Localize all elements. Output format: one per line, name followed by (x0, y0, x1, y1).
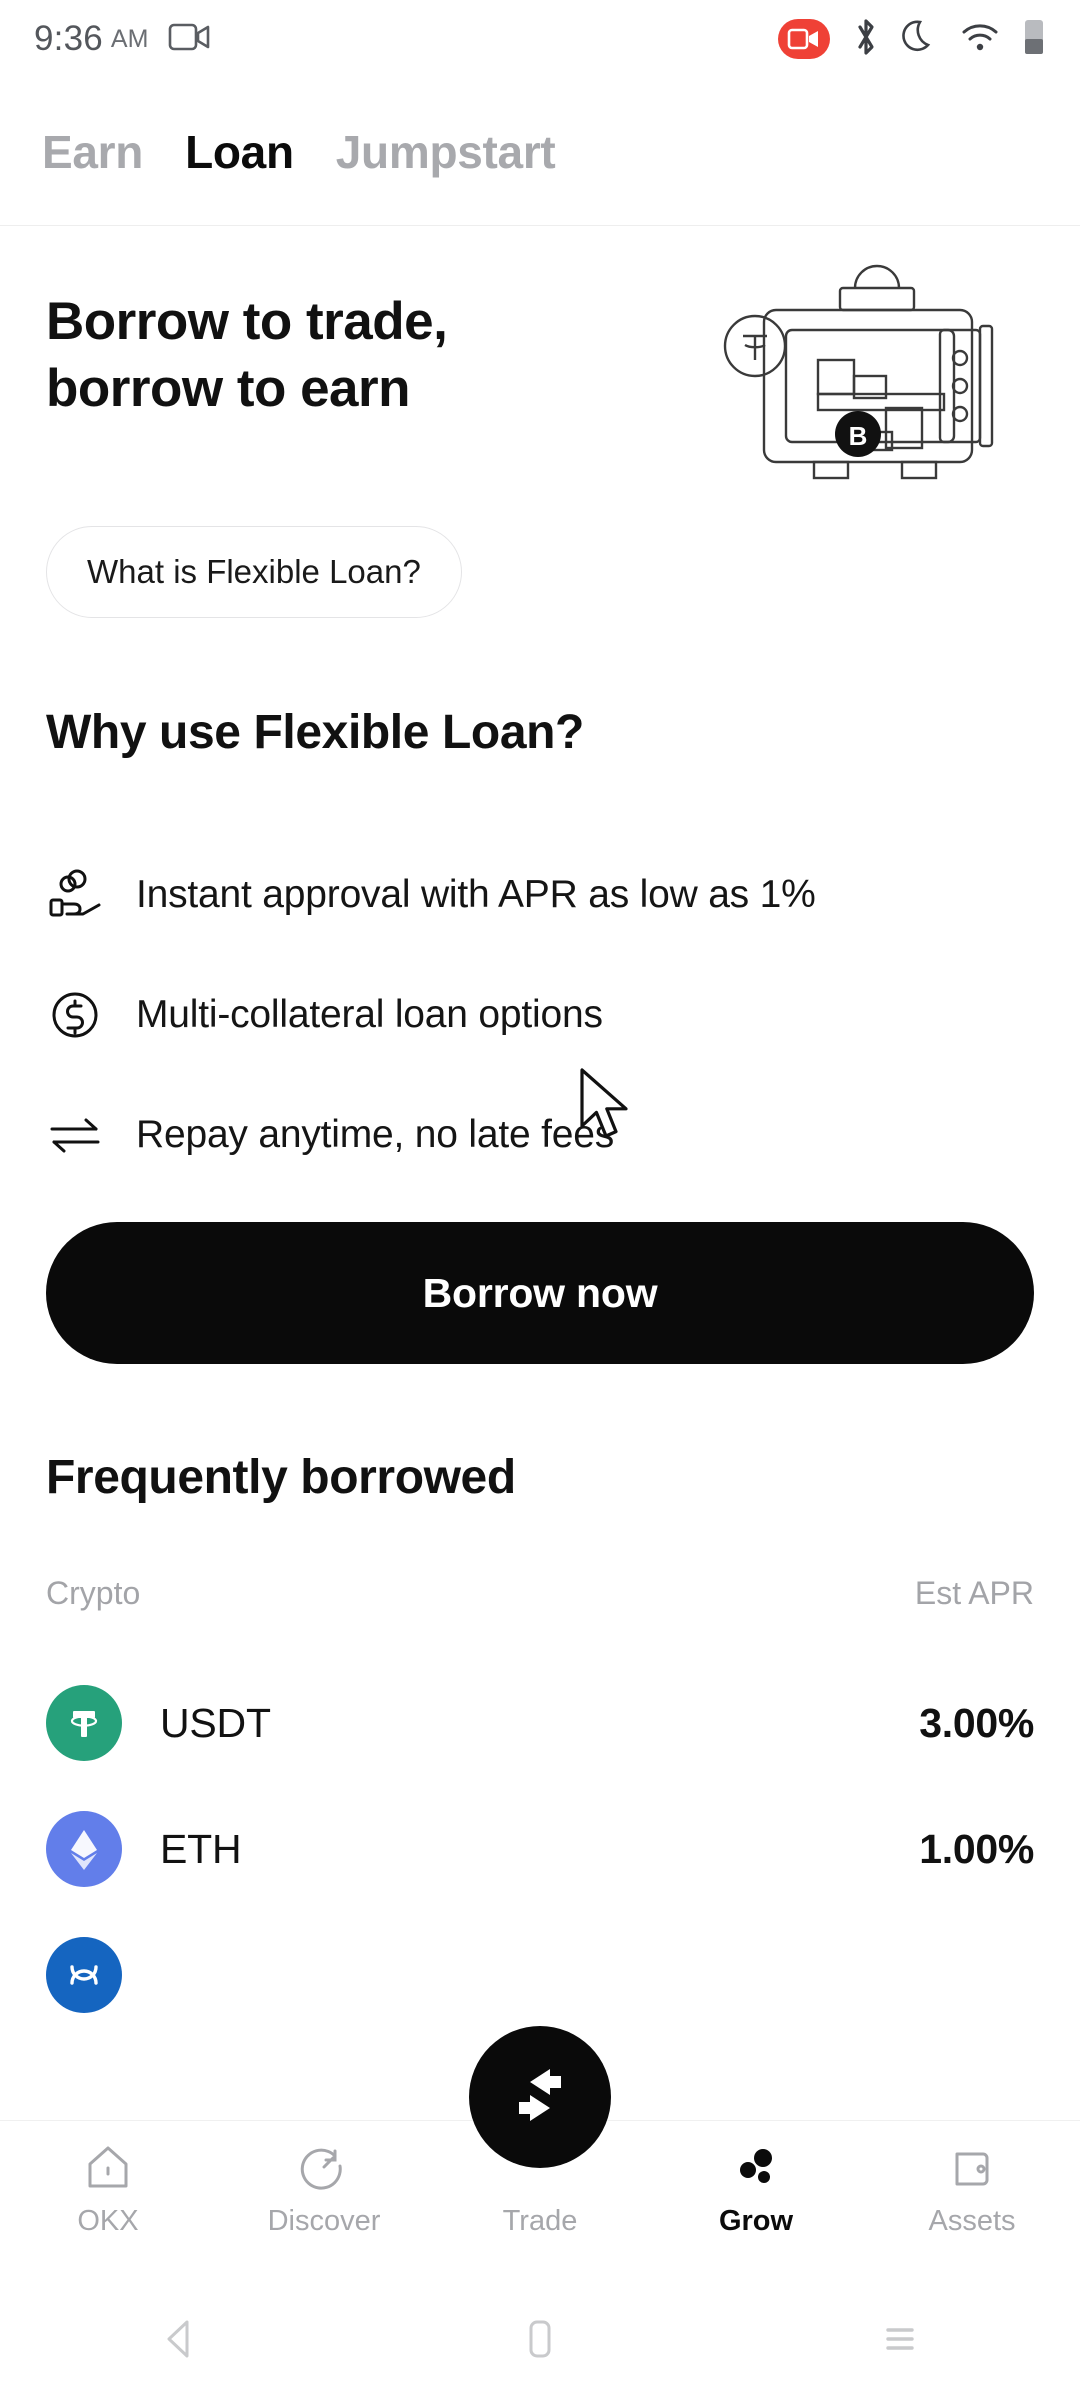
compass-icon (297, 2139, 351, 2195)
svg-text:B: B (849, 421, 868, 451)
nav-label: OKX (77, 2205, 139, 2237)
nav-item-grow[interactable]: Grow (656, 2139, 856, 2238)
what-is-flexible-loan-button[interactable]: What is Flexible Loan? (46, 526, 462, 618)
feature-list: Instant approval with APR as low as 1% M… (46, 835, 1046, 1195)
screen-record-icon (168, 21, 212, 58)
frequently-borrowed-list: USDT 3.00% ETH 1.00% (46, 1660, 1034, 2038)
feature-item: Multi-collateral loan options (46, 955, 1046, 1075)
android-navigation-bar (0, 2282, 1080, 2400)
status-bar: 9:36 AM (0, 0, 1080, 78)
status-meridiem: AM (110, 24, 149, 53)
ethereum-icon (46, 1811, 122, 1887)
wifi-icon (960, 21, 1000, 58)
tab-loan[interactable]: Loan (185, 125, 294, 179)
grow-dots-icon (729, 2139, 783, 2195)
do-not-disturb-moon-icon (902, 17, 938, 62)
borrow-now-button[interactable]: Borrow now (46, 1222, 1034, 1364)
tab-earn[interactable]: Earn (42, 125, 143, 179)
status-bar-left: 9:36 AM (34, 19, 212, 59)
column-header-est-apr: Est APR (914, 1575, 1034, 1611)
hand-holding-coins-icon (46, 866, 104, 924)
top-tab-bar: Earn Loan Jumpstart (0, 78, 1080, 226)
status-time: 9:36 (34, 19, 103, 58)
page-title: Borrow to trade, borrow to earn (46, 292, 448, 418)
swap-arrows-icon (46, 1106, 104, 1164)
coin-symbol: ETH (160, 1825, 242, 1872)
nav-label: Trade (502, 2205, 578, 2237)
status-bar-right (778, 17, 1046, 62)
wallet-icon (945, 2139, 999, 2195)
table-row[interactable]: USDT 3.00% (46, 1660, 1034, 1786)
nav-item-okx[interactable]: OKX (8, 2139, 208, 2238)
swap-icon (503, 2058, 577, 2137)
borrow-now-label: Borrow now (422, 1269, 658, 1316)
nav-label: Discover (267, 2205, 381, 2237)
nav-label: Assets (928, 2205, 1016, 2237)
table-row[interactable]: ETH 1.00% (46, 1786, 1034, 1912)
frequently-borrowed-header: Crypto Est APR (46, 1575, 1034, 1612)
home-icon (81, 2139, 135, 2195)
frequently-borrowed-title: Frequently borrowed (46, 1451, 516, 1504)
pill-button-label: What is Flexible Loan? (87, 553, 421, 590)
back-triangle-icon (159, 2316, 201, 2367)
feature-item: Instant approval with APR as low as 1% (46, 835, 1046, 955)
vault-safe-with-crypto-illustration: B (722, 244, 1022, 494)
why-section-title: Why use Flexible Loan? (46, 706, 584, 759)
dollar-circle-icon (46, 986, 104, 1044)
coin-apr: 1.00% (919, 1825, 1034, 1872)
battery-icon (1022, 17, 1046, 62)
table-row[interactable] (46, 1912, 1034, 2038)
feature-label: Repay anytime, no late fees (136, 1113, 615, 1156)
trade-fab-button[interactable] (469, 2026, 611, 2168)
android-recents-button[interactable] (820, 2282, 980, 2400)
android-home-button[interactable] (460, 2282, 620, 2400)
recording-badge-icon (778, 19, 830, 59)
home-square-icon (520, 2316, 560, 2367)
column-header-crypto: Crypto (46, 1575, 141, 1611)
feature-item: Repay anytime, no late fees (46, 1075, 1046, 1195)
coin-symbol: USDT (160, 1699, 271, 1746)
nav-item-discover[interactable]: Discover (224, 2139, 424, 2238)
crypto-coin-icon (46, 1937, 122, 2013)
nav-label: Grow (718, 2205, 794, 2237)
bluetooth-icon (852, 17, 880, 62)
feature-label: Instant approval with APR as low as 1% (136, 873, 816, 916)
nav-item-assets[interactable]: Assets (872, 2139, 1072, 2238)
tab-jumpstart[interactable]: Jumpstart (336, 125, 556, 179)
feature-label: Multi-collateral loan options (136, 993, 603, 1036)
coin-apr: 3.00% (919, 1699, 1034, 1746)
hero-section: Borrow to trade, borrow to earn What is … (0, 226, 1080, 646)
app-screen: 9:36 AM Earn Loan Jumpstart Borrow to tr… (0, 0, 1080, 2400)
tether-icon (46, 1685, 122, 1761)
recents-lines-icon (878, 2316, 922, 2367)
android-back-button[interactable] (100, 2282, 260, 2400)
